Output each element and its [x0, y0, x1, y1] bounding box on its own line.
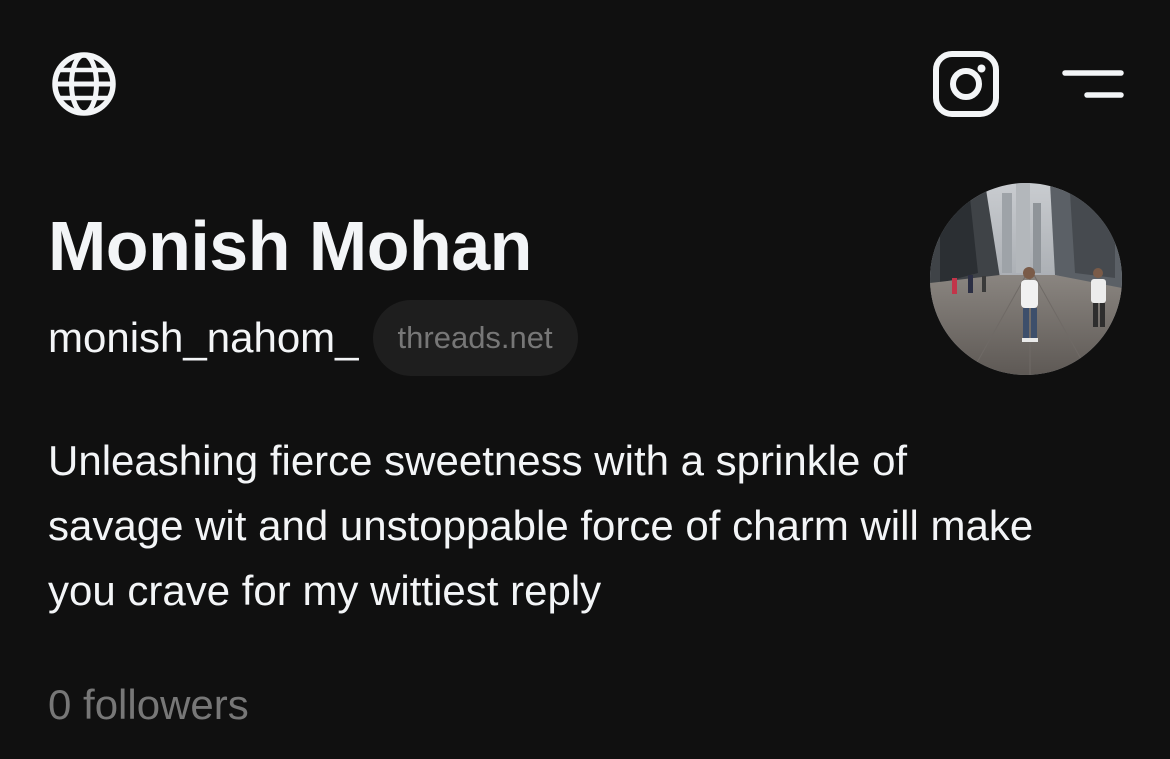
- followers-count[interactable]: 0 followers: [48, 670, 249, 740]
- username-row: monish_nahom_ threads.net: [48, 300, 578, 376]
- instagram-button[interactable]: [930, 48, 1002, 120]
- instagram-icon: [933, 51, 999, 117]
- avatar[interactable]: [930, 183, 1122, 375]
- profile-photo: [930, 183, 1122, 375]
- globe-button[interactable]: [48, 48, 120, 120]
- top-bar: [0, 0, 1170, 170]
- profile-bio: Unleashing fierce sweetness with a sprin…: [48, 437, 1034, 614]
- profile-name: Monish Mohan: [48, 207, 532, 285]
- menu-icon: [1062, 70, 1124, 98]
- globe-icon: [52, 52, 116, 116]
- username: monish_nahom_: [48, 314, 359, 361]
- threads-domain-badge[interactable]: threads.net: [372, 300, 578, 376]
- menu-button[interactable]: [1056, 56, 1130, 112]
